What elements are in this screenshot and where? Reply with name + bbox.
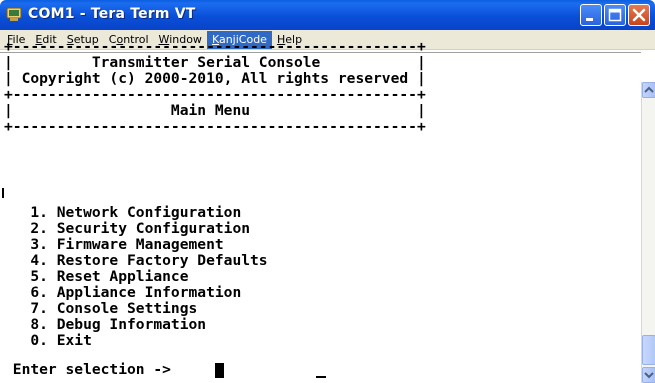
header-border-mid: +---------------------------------------… [4, 86, 426, 103]
tera-term-icon[interactable] [6, 6, 22, 22]
menu-option-security: 2. Security Configuration [4, 220, 251, 237]
terminal-left-marker [2, 188, 4, 198]
copyright-line: | Copyright (c) 2000-2010, All rights re… [4, 70, 426, 87]
vertical-scrollbar[interactable] [641, 82, 655, 383]
minimize-button[interactable] [580, 4, 602, 26]
menu-option-network: 1. Network Configuration [4, 204, 242, 221]
console-title: | Transmitter Serial Console | [4, 54, 426, 71]
menu-option-restore-defaults: 4. Restore Factory Defaults [4, 252, 268, 269]
maximize-button[interactable] [604, 4, 626, 26]
window-title: COM1 - Tera Term VT [28, 6, 196, 22]
console-header: +---------------------------------------… [4, 39, 426, 135]
terminal-cursor [215, 363, 224, 378]
main-menu-list: 1. Network Configuration 2. Security Con… [4, 204, 268, 349]
menu-option-exit: 0. Exit [4, 332, 92, 349]
title-bar[interactable]: COM1 - Tera Term VT [0, 0, 655, 30]
header-border-bottom: +---------------------------------------… [4, 118, 426, 135]
scroll-down-button[interactable] [642, 367, 655, 383]
header-border-top: +---------------------------------------… [4, 38, 426, 55]
selection-prompt: Enter selection -> [4, 361, 180, 378]
menu-option-appliance-info: 6. Appliance Information [4, 284, 242, 301]
scroll-down-arrow-icon [644, 372, 654, 379]
scroll-up-button[interactable] [642, 82, 655, 98]
maximize-icon [608, 8, 622, 22]
menu-option-debug: 8. Debug Information [4, 316, 207, 333]
menu-option-reset: 5. Reset Appliance [4, 268, 189, 285]
menu-heading: | Main Menu | [4, 102, 426, 119]
menu-option-console-settings: 7. Console Settings [4, 300, 198, 317]
close-icon [632, 8, 646, 22]
close-button[interactable] [628, 4, 650, 26]
menu-option-firmware: 3. Firmware Management [4, 236, 224, 253]
scroll-thumb[interactable] [642, 335, 655, 365]
scroll-up-arrow-icon [644, 86, 654, 93]
minimize-icon [586, 18, 593, 21]
mouse-text-cursor [316, 376, 326, 378]
